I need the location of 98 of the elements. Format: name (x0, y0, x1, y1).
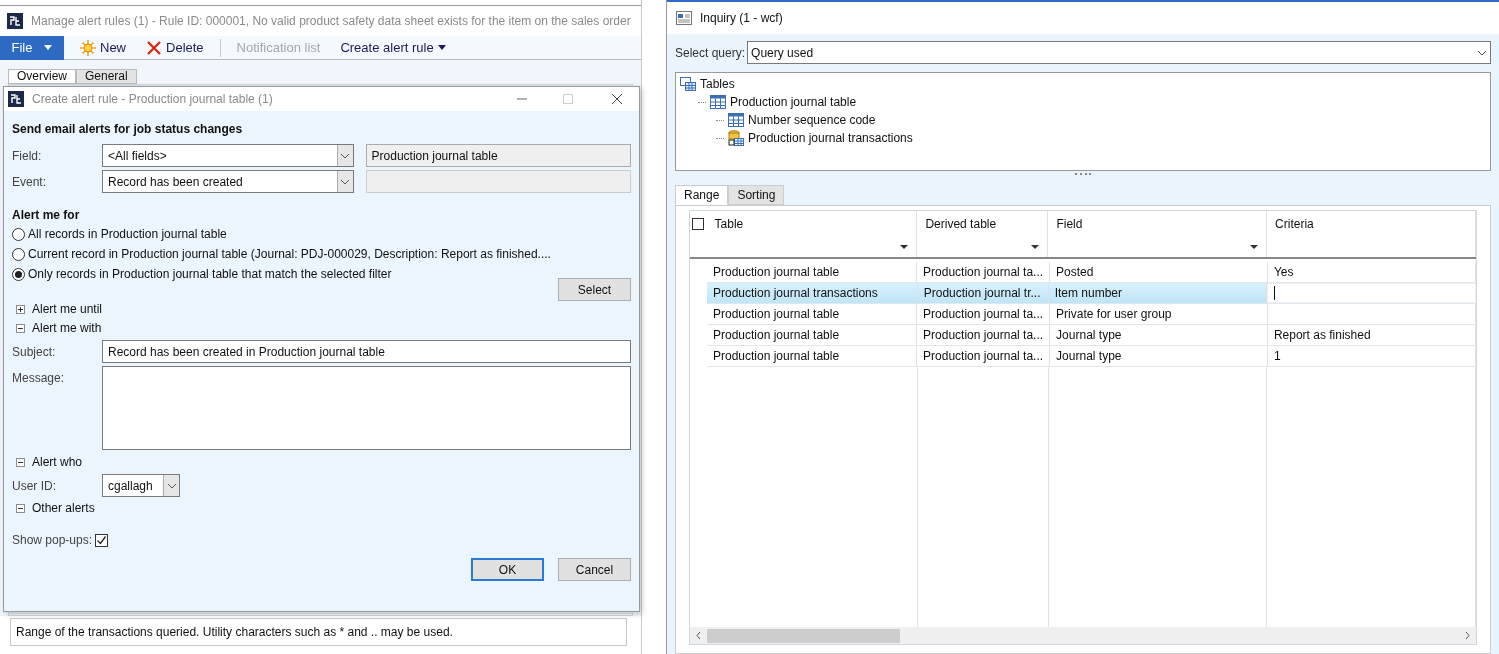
subject-label: Subject: (12, 343, 57, 361)
group-header[interactable]: Alert me until (32, 300, 103, 318)
dialog-title: Create alert rule - Production journal table (1) (32, 91, 274, 108)
table-cell: Production journal tr... (917, 283, 1049, 303)
filter-caret-icon[interactable] (900, 245, 909, 249)
caret-icon (437, 45, 446, 50)
select-button[interactable]: Select (558, 278, 631, 301)
app-icon (7, 13, 23, 29)
user-id-dropdown[interactable]: cgallagh (102, 474, 180, 497)
table-cell: Report as finished (1267, 325, 1476, 345)
tree-item[interactable]: Production journal transactions (748, 129, 913, 147)
table-icon (710, 95, 726, 109)
dialog-button[interactable]: Cancel (558, 558, 631, 581)
table-cell: Production journal ta... (917, 346, 1051, 366)
table-row[interactable]: Production journal table Production journal ta... Journal type Report as finished (707, 325, 1476, 346)
radio-button[interactable] (12, 227, 25, 241)
show-popups-label: Show pop-ups: (12, 532, 93, 549)
toolbar-button[interactable]: Delete (142, 37, 208, 58)
event-dropdown[interactable]: Record has been created (102, 170, 354, 193)
field-label: Field: (12, 147, 43, 165)
close-icon[interactable] (611, 93, 623, 105)
group-header[interactable]: Other alerts (32, 499, 95, 517)
text-cursor (1274, 286, 1276, 300)
table-row[interactable]: Production journal table Production journal ta... Journal type 1 (707, 346, 1476, 367)
query-dropdown[interactable]: Query used (747, 41, 1491, 64)
table-cell: Production journal transactions (707, 283, 918, 303)
table-cell: Production journal ta... (917, 325, 1051, 345)
table-cell: Yes (1267, 262, 1476, 282)
section-heading: Send email alerts for job status changes (12, 121, 244, 136)
window-title: Inquiry (1 - wcf) (700, 10, 783, 27)
user-id-label: User ID: (12, 477, 57, 495)
chevron-down-icon (340, 152, 351, 159)
table-cell: Private for user group (1050, 304, 1268, 324)
table-cell: Journal type (1050, 346, 1268, 366)
section-heading: Alert me for (12, 207, 81, 222)
filter-caret-icon[interactable] (1031, 245, 1040, 249)
column-header[interactable]: Field (1048, 211, 1268, 237)
chevron-down-icon (1477, 49, 1487, 56)
subject-field[interactable]: Record has been created in Production journal table (102, 340, 631, 363)
message-label: Message: (12, 370, 66, 387)
tab[interactable]: Overview (8, 69, 76, 84)
tab[interactable]: Range (675, 185, 729, 205)
tab[interactable]: General (76, 69, 137, 84)
tables-icon (680, 77, 696, 91)
chevron-down-icon (340, 178, 351, 185)
radio-button[interactable] (12, 267, 25, 281)
collapse-icon[interactable] (16, 457, 25, 467)
group-header[interactable]: Alert who (32, 453, 83, 471)
column-header[interactable]: Criteria (1267, 211, 1476, 237)
table-cell: 1 (1267, 346, 1476, 366)
caret-icon (44, 45, 53, 50)
table-cell: Production journal table (707, 346, 918, 366)
table-row[interactable]: Production journal table Production journal ta... Private for user group (707, 304, 1476, 325)
radio-button[interactable] (12, 247, 25, 261)
linked-table-icon (728, 130, 744, 146)
field-dropdown[interactable]: <All fields> (102, 144, 354, 167)
sun-icon (80, 39, 96, 56)
dialog-button[interactable]: OK (471, 558, 544, 581)
tree-item[interactable]: Tables (700, 75, 735, 93)
table-cell: Production journal ta... (917, 262, 1051, 282)
radio-label[interactable]: All records in Production journal table (28, 225, 227, 243)
tree-item[interactable]: Production journal table (730, 93, 857, 111)
radio-label[interactable]: Current record in Production journal table (Journal: PDJ-000029, Description: Report as finished.... (28, 245, 551, 263)
window-title: Manage alert rules (1) - Rule ID: 000001, No valid product safety data sheet exists for the item on the sales order (31, 13, 631, 30)
expand-icon[interactable] (16, 304, 25, 314)
filter-caret-icon[interactable] (1250, 245, 1259, 249)
select-query-label: Select query: (675, 44, 746, 62)
file-button[interactable]: File (0, 35, 64, 60)
tab[interactable]: Sorting (728, 185, 785, 205)
select-all-checkbox[interactable] (692, 218, 705, 230)
table-cell: Item number (1048, 283, 1268, 303)
collapse-icon[interactable] (16, 323, 25, 333)
column-header[interactable]: Table (706, 211, 918, 237)
table-cell: Production journal ta... (917, 304, 1051, 324)
table-cell: Posted (1050, 262, 1268, 282)
tree-item[interactable]: Number sequence code (748, 111, 876, 129)
table-row[interactable]: Production journal transactions Production journal tr... Item number (707, 283, 1476, 304)
column-header[interactable]: Derived table (917, 211, 1049, 237)
toolbar-button[interactable]: Create alert rule (336, 37, 450, 58)
table-name-field: Production journal table (365, 144, 631, 167)
chevron-down-icon (166, 482, 177, 489)
table-icon (728, 113, 744, 127)
delete-icon (146, 39, 162, 56)
table-cell: Journal type (1050, 325, 1268, 345)
event-label: Event: (12, 173, 48, 191)
collapse-icon[interactable] (16, 503, 25, 513)
table-cell: Production journal table (707, 262, 918, 282)
group-header[interactable]: Alert me with (32, 319, 102, 337)
toolbar-button[interactable]: New (76, 37, 130, 58)
splitter-handle-icon[interactable] (1075, 173, 1091, 176)
radio-label[interactable]: Only records in Production journal table that match the selected filter (28, 265, 392, 283)
checkbox[interactable] (95, 533, 109, 547)
table-cell: Production journal table (707, 325, 918, 345)
table-cell: Production journal table (707, 304, 918, 324)
status-text: Range of the transactions queried. Utility characters such as * and .. may be used. (16, 624, 453, 641)
window-icon (676, 11, 692, 25)
app-icon (8, 91, 24, 107)
message-field[interactable] (102, 366, 631, 450)
